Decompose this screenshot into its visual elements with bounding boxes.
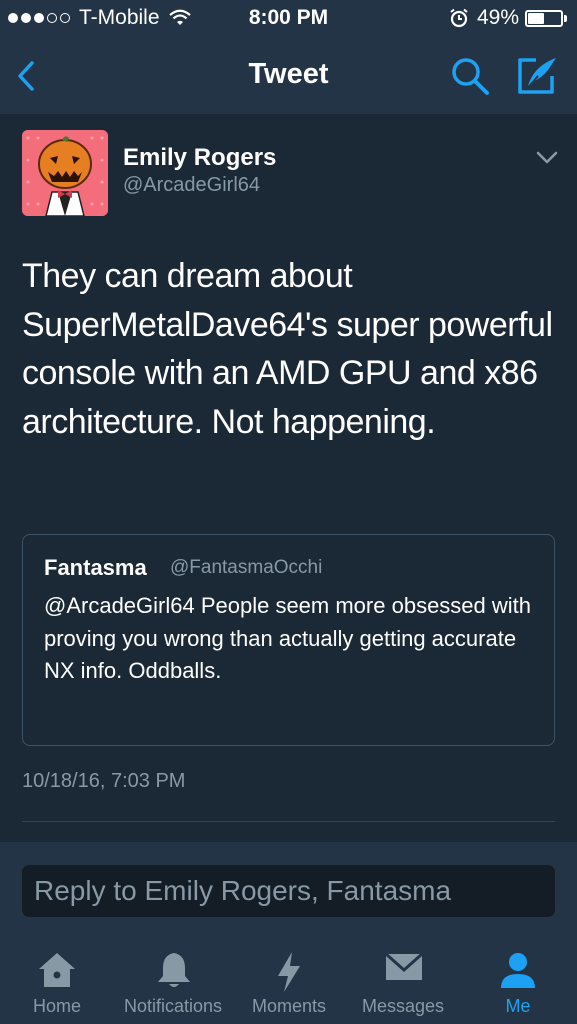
quoted-author-name: Fantasma: [44, 555, 147, 580]
tab-me-label: Me: [505, 996, 531, 1016]
tweet-timestamp: 10/18/16, 7:03 PM: [22, 770, 186, 792]
tab-messages-label: Messages: [361, 996, 445, 1016]
tab-home[interactable]: Home: [22, 932, 92, 1024]
home-icon: [39, 953, 75, 987]
envelope-icon: [385, 952, 423, 980]
tab-me[interactable]: Me: [492, 932, 544, 1024]
tab-moments[interactable]: Moments: [244, 932, 334, 1024]
tweet-text: They can dream about SuperMetalDave64's …: [22, 257, 553, 441]
tab-notifications-label: Notifications: [123, 996, 223, 1016]
chevron-down-icon[interactable]: [534, 148, 560, 168]
status-bar: T-Mobile 8:00 PM 49%: [0, 0, 577, 38]
avatar[interactable]: [22, 130, 108, 216]
reply-input[interactable]: Reply to Emily Rogers, Fantasma: [22, 865, 555, 917]
quoted-author-handle: @FantasmaOcchi: [170, 557, 323, 578]
tab-moments-label: Moments: [251, 996, 327, 1016]
lightning-icon: [278, 952, 300, 992]
author-name[interactable]: Emily Rogers: [123, 144, 276, 172]
alarm-clock-icon: [450, 8, 468, 28]
battery-icon: [525, 9, 563, 27]
author-handle[interactable]: @ArcadeGirl64: [123, 174, 260, 197]
status-bar-right: 49%: [449, 6, 567, 30]
tab-home-label: Home: [32, 996, 81, 1016]
divider: [22, 821, 555, 822]
battery-percent: 49%: [476, 6, 519, 29]
tab-messages[interactable]: Messages: [356, 932, 450, 1024]
quoted-tweet-card[interactable]: Fantasma @FantasmaOcchi @ArcadeGirl64 Pe…: [22, 534, 555, 746]
compose-tweet-icon[interactable]: [514, 54, 560, 98]
reply-bar: Reply to Emily Rogers, Fantasma: [0, 842, 577, 932]
bell-icon: [158, 953, 190, 987]
tab-bar: Home Notifications Moments Messages Me: [0, 932, 577, 1024]
person-icon: [501, 953, 535, 988]
search-icon[interactable]: [448, 54, 492, 98]
quoted-tweet-text: @ArcadeGirl64 People seem more obsessed …: [44, 593, 532, 683]
tab-notifications[interactable]: Notifications: [116, 932, 230, 1024]
navigation-bar: Tweet: [0, 38, 577, 114]
